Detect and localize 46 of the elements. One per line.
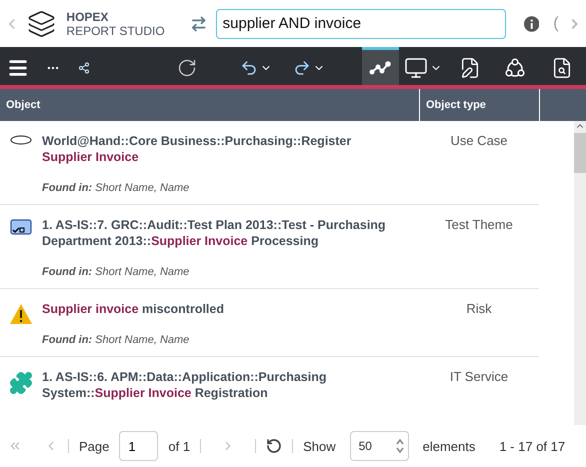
object-type: Risk	[465, 301, 493, 318]
line-chart-icon	[369, 60, 392, 74]
undo-icon	[240, 58, 258, 76]
column-header[interactable]: Object	[0, 89, 420, 121]
ellipse-icon	[10, 135, 32, 145]
redo-icon	[292, 58, 311, 76]
object-title: World@Hand::Core Business::Purchasing::Register Supplier Invoice	[42, 133, 352, 165]
layers-logo-icon	[27, 8, 56, 38]
range-text: 1 - 17 of 17	[499, 438, 566, 454]
warning-icon	[9, 303, 33, 325]
column-header[interactable]: Object type	[420, 89, 540, 121]
elements-label: elements	[422, 438, 476, 454]
result-row[interactable]: 1. AS-IS::6. APM::Data::Application::Purchasing System::Supplier Invoice Registration IT Service	[0, 357, 539, 411]
page-label: Page	[79, 438, 110, 454]
result-row[interactable]: World@Hand::Core Business::Purchasing::Register Supplier Invoice Found in: Short Name, Name Use Case	[0, 121, 539, 205]
object-title: Supplier invoice miscontrolled	[42, 301, 225, 317]
found-in-text: Found in: Short Name, Name	[42, 182, 190, 194]
product-name: HOPEX	[66, 10, 110, 24]
found-in-text: Found in: Short Name, Name	[42, 334, 190, 346]
puzzle-icon	[9, 371, 33, 395]
info-icon[interactable]	[524, 16, 540, 32]
swap-icon[interactable]	[190, 14, 208, 32]
object-title: 1. AS-IS::6. APM::Data::Application::Purchasing System::Supplier Invoice Registration	[42, 369, 328, 401]
show-label: Show	[303, 438, 336, 454]
result-row[interactable]: 1. AS-IS::7. GRC::Audit::Test Plan 2013::Test - Purchasing Department 2013::Supplier Invoice Processing Found in: Short Name, Name Test Theme	[0, 205, 539, 289]
scroll-thumb[interactable]	[574, 133, 586, 173]
search-field[interactable]: supplier AND invoice	[216, 8, 506, 38]
object-title: 1. AS-IS::7. GRC::Audit::Test Plan 2013::Test - Purchasing Department 2013::Supplier Invoice Processing	[42, 217, 387, 249]
paren-text: (	[553, 14, 559, 32]
page-count: of 1	[168, 438, 190, 454]
graph-button[interactable]	[362, 47, 400, 85]
spinner-arrows-icon	[396, 438, 404, 454]
share-icon	[78, 62, 90, 74]
object-type: Use Case	[449, 133, 509, 150]
object-type: IT Service	[448, 369, 510, 386]
test-theme-icon	[10, 219, 32, 235]
page-input[interactable]: 1	[119, 431, 158, 461]
object-type: Test Theme	[444, 217, 514, 234]
network-icon	[504, 56, 526, 78]
monitor-icon	[404, 56, 428, 80]
product-subtitle: REPORT STUDIO	[66, 24, 166, 38]
found-in-text: Found in: Short Name, Name	[42, 266, 190, 278]
refresh-icon	[176, 58, 197, 78]
result-row[interactable]: Supplier invoice miscontrolled Found in: Short Name, Name Risk	[0, 289, 539, 357]
reload-icon[interactable]	[266, 438, 282, 454]
page-size-select[interactable]: 50	[350, 431, 409, 461]
